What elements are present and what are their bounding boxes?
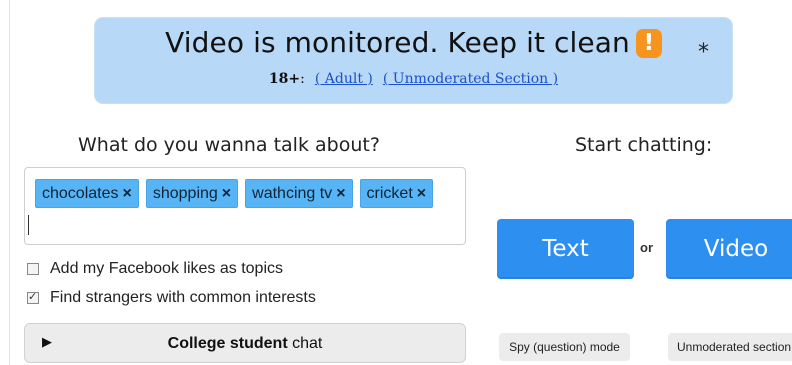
star-icon[interactable]: * bbox=[698, 40, 709, 65]
text-chat-button[interactable]: Text bbox=[497, 219, 634, 279]
unmoderated-section-button[interactable]: Unmoderated section bbox=[668, 333, 792, 361]
college-rest-text: chat bbox=[287, 335, 323, 352]
start-chatting-heading: Start chatting: bbox=[575, 134, 713, 156]
facebook-likes-label: Add my Facebook likes as topics bbox=[50, 260, 283, 277]
tag-list: chocolates × shopping × wathcing tv × crick… bbox=[35, 179, 434, 208]
college-chat-label: College student chat bbox=[25, 335, 465, 353]
text-caret bbox=[28, 215, 29, 235]
remove-tag-icon[interactable]: × bbox=[336, 185, 345, 202]
spy-mode-button[interactable]: Spy (question) mode bbox=[499, 333, 630, 361]
tag-label: chocolates bbox=[42, 185, 119, 202]
monitoring-banner: Video is monitored. Keep it clean! * 18+… bbox=[94, 17, 733, 104]
left-divider bbox=[9, 0, 10, 365]
facebook-likes-option[interactable]: Add my Facebook likes as topics bbox=[27, 260, 283, 278]
banner-subtitle: 18+: ( Adult ) ( Unmoderated Section ) bbox=[95, 71, 732, 87]
banner-title: Video is monitored. Keep it clean! bbox=[95, 26, 732, 59]
facebook-likes-checkbox[interactable] bbox=[27, 263, 39, 275]
video-chat-button[interactable]: Video bbox=[666, 219, 792, 279]
tag-label: shopping bbox=[152, 185, 218, 202]
remove-tag-icon[interactable]: × bbox=[123, 185, 132, 202]
adult-link[interactable]: ( Adult ) bbox=[315, 71, 373, 87]
age-suffix: : bbox=[300, 71, 305, 87]
banner-title-text: Video is monitored. Keep it clean bbox=[165, 26, 630, 59]
remove-tag-icon[interactable]: × bbox=[417, 185, 426, 202]
warning-icon: ! bbox=[635, 29, 662, 58]
college-chat-toggle[interactable]: ▶ College student chat bbox=[24, 323, 466, 363]
tag-chip: cricket × bbox=[359, 179, 434, 208]
interests-input[interactable]: chocolates × shopping × wathcing tv × crick… bbox=[24, 167, 466, 245]
unmoderated-link[interactable]: ( Unmoderated Section ) bbox=[383, 71, 558, 87]
college-bold-text: College student bbox=[167, 335, 288, 352]
common-interests-checkbox[interactable] bbox=[27, 290, 39, 304]
tag-chip: shopping × bbox=[145, 179, 239, 208]
remove-tag-icon[interactable]: × bbox=[222, 185, 231, 202]
topics-heading: What do you wanna talk about? bbox=[78, 134, 380, 156]
age-label: 18+ bbox=[268, 71, 301, 87]
tag-chip: chocolates × bbox=[35, 179, 139, 208]
tag-chip: wathcing tv × bbox=[245, 179, 353, 208]
tag-label: wathcing tv bbox=[252, 185, 333, 202]
tag-label: cricket bbox=[366, 185, 413, 202]
common-interests-label: Find strangers with common interests bbox=[50, 289, 316, 306]
or-label: or bbox=[640, 240, 653, 255]
common-interests-option[interactable]: Find strangers with common interests bbox=[27, 289, 316, 307]
